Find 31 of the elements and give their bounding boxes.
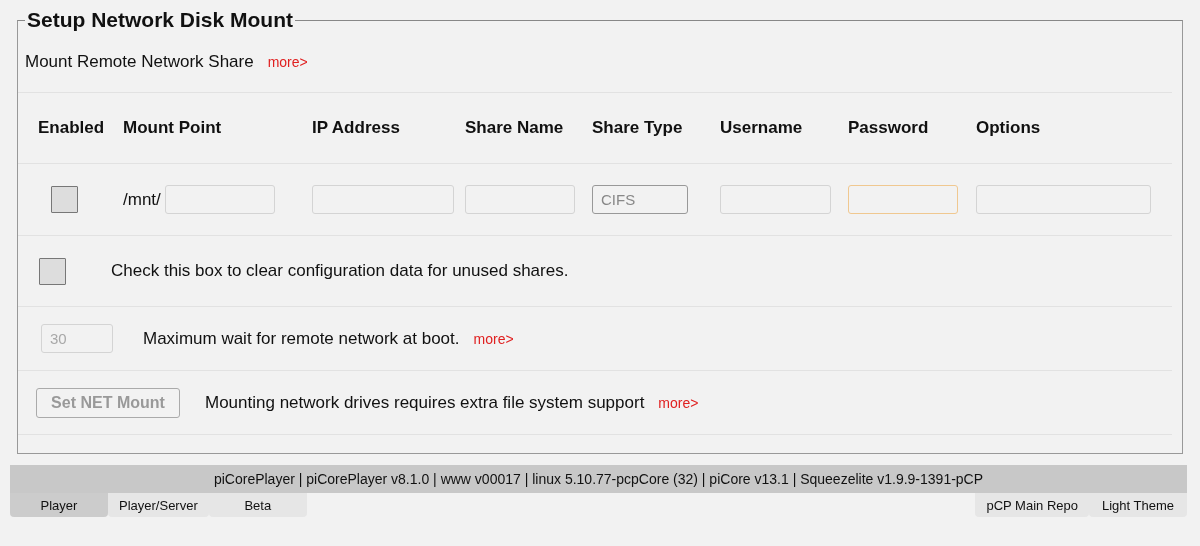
- column-header: IP Address: [311, 118, 401, 138]
- column-header: Mount Point: [122, 118, 223, 138]
- wait-label: Maximum wait for remote network at boot.: [143, 328, 460, 349]
- section-label: Mount Remote Network Share: [25, 52, 254, 72]
- tab[interactable]: pCP Main Repo: [975, 493, 1089, 517]
- mount-prefix: /mnt/: [123, 189, 161, 210]
- input-field[interactable]: [848, 185, 958, 214]
- wait-input[interactable]: 30: [41, 324, 113, 353]
- input-field[interactable]: [720, 185, 831, 214]
- column-header: Enabled: [37, 118, 106, 138]
- enabled-checkbox[interactable]: [51, 186, 78, 213]
- checkbox-label: Check this box to clear configuration data for unused shares.: [111, 261, 569, 281]
- tab[interactable]: Beta: [208, 493, 307, 517]
- clear-checkbox[interactable]: [39, 257, 66, 285]
- version-info: piCorePlayer | piCorePlayer v8.1.0 | www v00017 | linux 5.10.77-pcpCore (32) | piCore v13.1 | Squeezelite v1.9.9-1391-pCP: [213, 471, 984, 487]
- input-field[interactable]: [465, 185, 575, 214]
- tab[interactable]: Player: [10, 493, 108, 517]
- column-header: Share Type: [591, 118, 684, 138]
- input-field[interactable]: [312, 185, 454, 214]
- tab[interactable]: Light Theme: [1089, 493, 1187, 517]
- input-field[interactable]: [164, 185, 275, 214]
- input-field[interactable]: [976, 185, 1151, 214]
- support-note: Mounting network drives requires extra file system support: [205, 392, 645, 413]
- column-header: Username: [719, 118, 804, 138]
- column-header: Password: [847, 118, 930, 138]
- panel-title: Setup Network Disk Mount: [26, 8, 295, 32]
- more-link[interactable]: more>: [267, 54, 308, 70]
- more-link[interactable]: more>: [473, 330, 514, 347]
- tab[interactable]: Player/Server: [108, 493, 209, 517]
- column-header: Options: [975, 118, 1042, 138]
- column-header: Share Name: [464, 118, 565, 138]
